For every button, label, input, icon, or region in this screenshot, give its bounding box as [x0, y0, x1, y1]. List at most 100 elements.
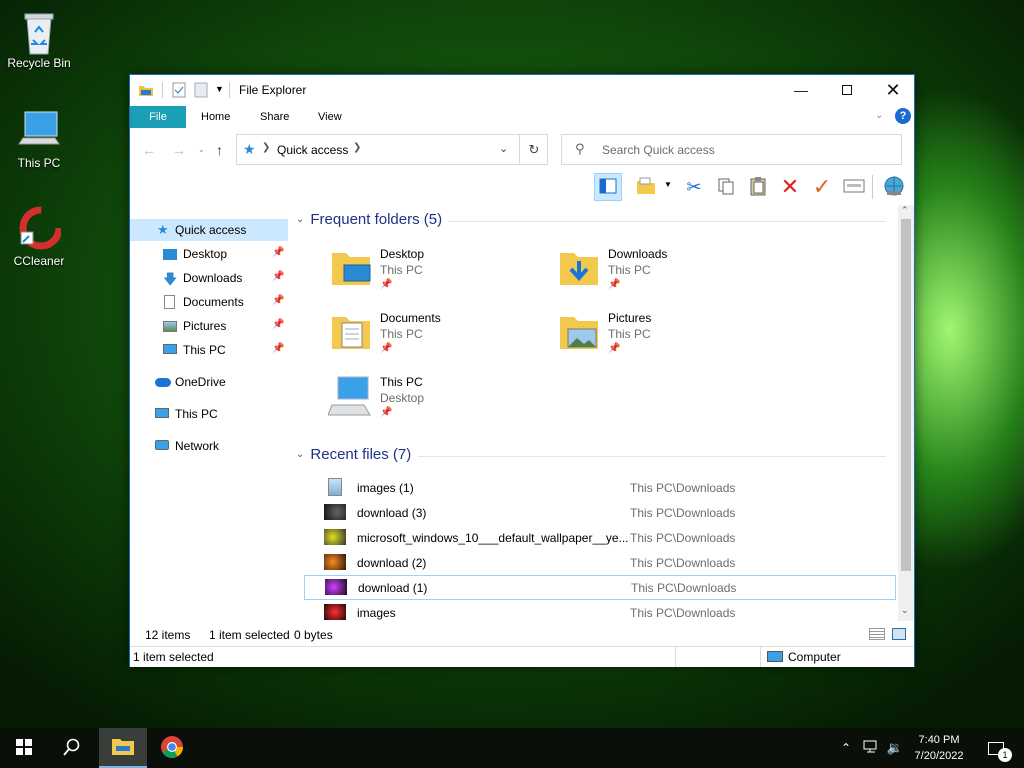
frequent-folders-header[interactable]: ⌄ Frequent folders (5) — [296, 211, 442, 228]
collapse-chevron-icon[interactable]: ⌄ — [296, 214, 304, 225]
volume-tray-button[interactable]: 🔉 — [884, 728, 906, 768]
list-item[interactable]: download (3) This PC\Downloads — [304, 500, 896, 525]
nav-item-onedrive[interactable]: OneDrive — [130, 371, 288, 393]
pin-icon[interactable]: 📌 — [272, 319, 284, 330]
nav-item-downloads[interactable]: 🡇 Downloads 📌 — [130, 267, 288, 289]
collapse-chevron-icon[interactable]: ⌄ — [296, 449, 304, 460]
desktop-icon-recycle-bin[interactable]: Recycle Bin — [1, 8, 77, 70]
folder-tile-downloads[interactable]: Downloads This PC 📌 — [556, 245, 776, 301]
recent-locations-icon[interactable]: ⌄ — [198, 145, 205, 154]
file-name: download (2) — [357, 556, 427, 570]
scrollbar-thumb[interactable] — [901, 219, 911, 571]
details-view-icon[interactable] — [869, 628, 885, 640]
delete-icon: ✕ — [780, 174, 800, 199]
cut-button[interactable]: ✂ — [680, 173, 708, 201]
pin-icon[interactable]: 📌 — [272, 271, 284, 282]
delete-button[interactable]: ✕ — [776, 173, 804, 201]
nav-item-this-pc[interactable]: This PC — [130, 403, 288, 425]
folder-tile-this-pc[interactable]: This PC Desktop 📌 — [327, 373, 548, 429]
list-item-selected[interactable]: download (1) This PC\Downloads — [304, 575, 896, 600]
properties-icon[interactable] — [172, 82, 186, 98]
tab-view[interactable]: View — [304, 106, 356, 128]
refresh-button[interactable]: ↻ — [519, 134, 548, 165]
list-item[interactable]: download (2) This PC\Downloads — [304, 550, 896, 575]
desktop-icon-ccleaner[interactable]: CCleaner — [1, 206, 77, 268]
title-bar[interactable]: ▼ File Explorer — ✕ — [130, 75, 914, 105]
network-tray-button[interactable] — [860, 728, 882, 768]
taskbar-chrome[interactable] — [148, 728, 196, 768]
action-center-button[interactable]: 1 — [978, 728, 1014, 768]
nav-label: Pictures — [183, 319, 227, 333]
folder-location: Desktop — [380, 391, 425, 405]
pictures-folder-icon — [558, 311, 600, 354]
paste-button[interactable] — [744, 173, 772, 201]
address-dropdown-icon[interactable]: ⌄ — [499, 142, 508, 155]
desktop-icon-label: This PC — [17, 156, 61, 170]
list-item[interactable]: microsoft_windows_10___default_wallpaper… — [304, 525, 896, 550]
nav-item-desktop[interactable]: Desktop 📌 — [130, 243, 288, 265]
expand-ribbon-icon[interactable]: ⌄ — [875, 110, 883, 121]
help-icon[interactable]: ? — [895, 108, 911, 124]
scroll-up-icon[interactable]: ⌃ — [901, 205, 909, 216]
tab-share[interactable]: Share — [246, 106, 303, 128]
properties-button[interactable] — [840, 173, 868, 201]
large-icons-view-icon[interactable] — [892, 628, 906, 640]
close-button[interactable]: ✕ — [870, 75, 916, 105]
windows-logo-icon — [16, 738, 32, 758]
folder-tile-pictures[interactable]: Pictures This PC 📌 — [556, 309, 776, 365]
show-hidden-icons-button[interactable]: ⌃ — [836, 728, 856, 768]
forward-icon[interactable]: → — [172, 142, 186, 158]
copy-button[interactable] — [712, 173, 740, 201]
new-folder-icon[interactable] — [194, 82, 208, 98]
minimize-button[interactable]: — — [778, 75, 824, 105]
maximize-button[interactable] — [824, 75, 870, 105]
nav-item-pictures[interactable]: Pictures 📌 — [130, 315, 288, 337]
image-thumbnail-icon — [324, 529, 346, 545]
up-icon[interactable]: ↑ — [216, 142, 223, 158]
file-name: images — [357, 606, 396, 620]
tab-file[interactable]: File — [130, 106, 186, 128]
network-globe-button[interactable] — [880, 173, 908, 201]
recent-files-header[interactable]: ⌄ Recent files (7) — [296, 446, 411, 463]
network-icon — [155, 440, 169, 450]
new-item-button[interactable] — [632, 173, 660, 201]
nav-item-network[interactable]: Network — [130, 435, 288, 457]
list-item[interactable]: images This PC\Downloads — [304, 600, 896, 623]
nav-label: This PC — [183, 343, 226, 357]
folder-tile-desktop[interactable]: Desktop This PC 📌 — [328, 245, 548, 301]
folder-location: This PC — [380, 327, 423, 341]
item-count: 12 items — [145, 628, 191, 642]
start-button[interactable] — [0, 728, 48, 768]
customize-qat-icon[interactable]: ▼ — [215, 84, 224, 100]
preview-pane-button[interactable] — [594, 173, 622, 201]
clock[interactable]: 7:40 PM 7/20/2022 — [906, 728, 972, 768]
pin-icon[interactable]: 📌 — [272, 343, 284, 354]
pin-icon[interactable]: 📌 — [272, 295, 284, 306]
list-item[interactable]: images (1) This PC\Downloads — [304, 475, 896, 500]
search-button[interactable] — [48, 728, 96, 768]
pin-icon[interactable]: 📌 — [272, 247, 284, 258]
nav-item-this-pc-pinned[interactable]: This PC 📌 — [130, 339, 288, 361]
this-pc-icon — [155, 408, 169, 418]
nav-label: This PC — [175, 407, 218, 421]
scroll-down-icon[interactable]: ⌄ — [901, 605, 909, 616]
desktop-icon-this-pc[interactable]: This PC — [1, 108, 77, 170]
nav-item-quick-access[interactable]: ★ Quick access — [130, 219, 288, 241]
folder-location: This PC — [380, 263, 423, 277]
rename-button[interactable]: ✓ — [808, 173, 836, 201]
divider — [760, 647, 761, 667]
file-path: This PC\Downloads — [631, 581, 737, 595]
search-box[interactable]: ⚲ Search Quick access — [561, 134, 902, 165]
folder-tile-documents[interactable]: Documents This PC 📌 — [328, 309, 548, 365]
tab-home[interactable]: Home — [187, 106, 244, 128]
address-bar[interactable]: ★ ❯ Quick access ❯ ⌄ — [236, 134, 548, 165]
folder-name: Documents — [380, 311, 441, 325]
recycle-bin-icon — [17, 8, 61, 55]
folder-name: Pictures — [608, 311, 652, 325]
nav-item-documents[interactable]: Documents 📌 — [130, 291, 288, 313]
vertical-scrollbar[interactable]: ⌃ ⌄ — [898, 205, 914, 621]
taskbar-file-explorer[interactable] — [99, 728, 147, 768]
new-item-dropdown-icon[interactable]: ▼ — [664, 180, 672, 189]
back-icon[interactable]: ← — [142, 142, 156, 158]
breadcrumb-quick-access[interactable]: Quick access — [277, 143, 348, 157]
